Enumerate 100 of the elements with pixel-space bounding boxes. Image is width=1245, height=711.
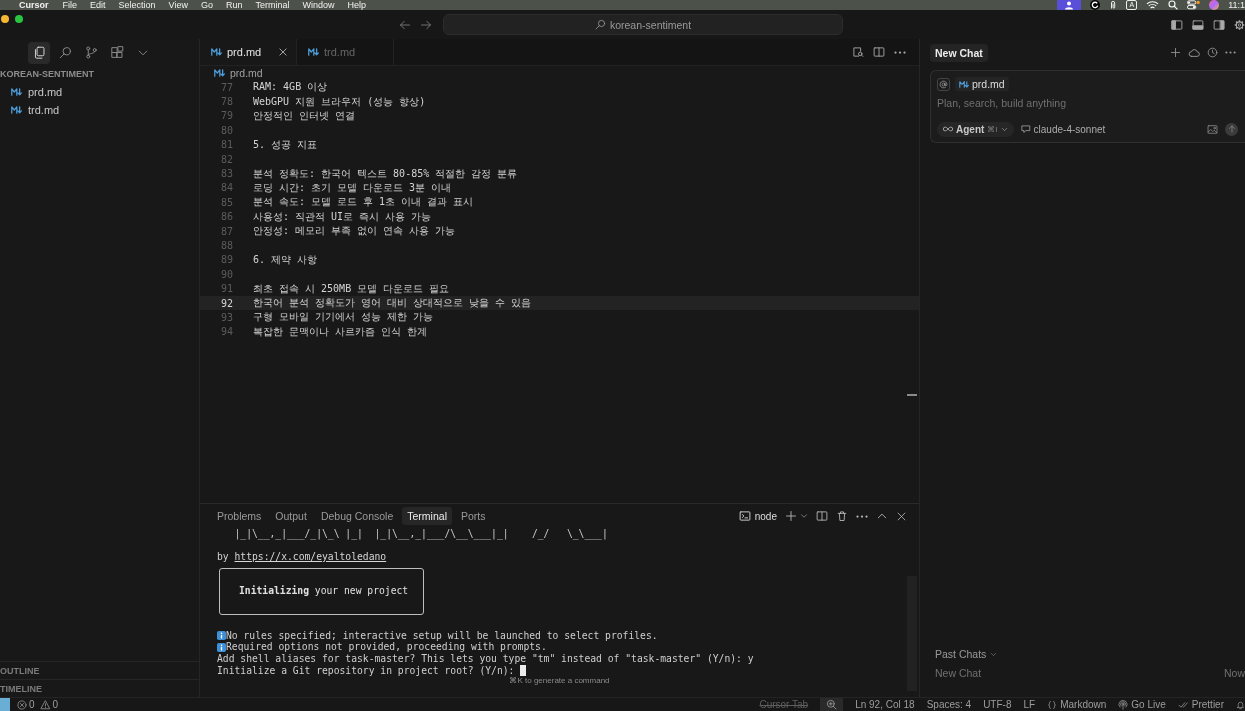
more-icon[interactable]: [1225, 51, 1236, 54]
chat-input-field[interactable]: Plan, search, build anything: [937, 96, 1238, 110]
ring-logo-icon[interactable]: [1090, 0, 1101, 10]
toggles-icon[interactable]: [1187, 0, 1201, 10]
panel-tab[interactable]: Terminal: [402, 507, 452, 525]
menu-item[interactable]: Go: [200, 0, 213, 10]
line-number: 79: [219, 110, 233, 122]
code-line: 로딩 시간: 초기 모델 다운로드 3분 이내: [253, 180, 452, 195]
search-icon[interactable]: [1168, 0, 1179, 10]
zoom-button[interactable]: [820, 698, 844, 711]
status-item[interactable]: Ln 92, Col 18: [855, 698, 915, 711]
files-icon: [32, 46, 46, 59]
terminal-text: Add shell aliases for task-master? This lets you type "tm" instead of "task-master" (Y/n): y: [217, 652, 754, 665]
error-icon[interactable]: [17, 699, 27, 710]
search-icon: [58, 46, 72, 59]
code-line: 안정성: 메모리 부족 없이 연속 사용 가능: [253, 224, 456, 239]
fullscreen-button[interactable]: [15, 15, 23, 23]
plus-icon[interactable]: [1170, 47, 1181, 58]
mention-button[interactable]: [937, 77, 950, 91]
menu-item[interactable]: Help: [347, 0, 366, 10]
panel-tab[interactable]: Problems: [212, 507, 267, 525]
wifi-icon[interactable]: [1146, 0, 1160, 10]
panel-tab[interactable]: Debug Console: [315, 507, 399, 525]
line-number: 83: [219, 168, 233, 180]
timestamp: Now: [1224, 667, 1245, 679]
code-line: 복잡한 문맥이나 사르카즘 인식 한계: [253, 324, 428, 339]
image-icon[interactable]: [1207, 123, 1218, 135]
status-item[interactable]: Go Live: [1118, 698, 1166, 711]
code-line: 분석 정확도: 한국어 텍스트 80-85% 적절한 감정 분류: [253, 166, 518, 181]
code-line: RAM: 4GB 이상: [253, 80, 328, 95]
markdown-icon: [11, 88, 22, 96]
history-icon[interactable]: [1207, 47, 1218, 58]
line-number: 91: [219, 283, 233, 295]
error-count: 0: [29, 699, 35, 710]
status-item[interactable]: LF: [1023, 698, 1036, 711]
preview-icon[interactable]: [852, 46, 864, 58]
terminal-prompt: Initialize a Git repository in project root? (Y/n):: [217, 664, 515, 677]
more-icon[interactable]: [894, 50, 906, 54]
chat-history-item[interactable]: New Chat: [935, 667, 982, 679]
status-item[interactable]: Markdown: [1047, 698, 1107, 711]
terminal-text: Required options not provided, proceeding with prompts.: [226, 641, 547, 653]
plus-icon[interactable]: [785, 510, 797, 522]
menu-item[interactable]: Window: [302, 0, 335, 10]
menu-item[interactable]: File: [62, 0, 78, 10]
terminal-link[interactable]: https://x.com/eyaltoledano: [234, 551, 387, 563]
split-editor-icon[interactable]: [873, 46, 885, 58]
gradient-orb-icon[interactable]: [1209, 0, 1220, 10]
line-number: 78: [219, 96, 233, 108]
terminal-text: by: [217, 551, 229, 563]
panel-tab[interactable]: Ports: [455, 507, 491, 525]
terminal-selector[interactable]: node: [738, 510, 777, 522]
terminal-text: No rules specified; interactive setup will be launched to select profiles.: [226, 629, 658, 642]
menu-item[interactable]: Selection: [118, 0, 156, 10]
status-item[interactable]: UTF-8: [983, 698, 1012, 711]
person-badge-icon[interactable]: [1057, 0, 1082, 10]
panel-tab[interactable]: Output: [270, 507, 312, 525]
explorer-button[interactable]: [28, 41, 50, 64]
info-icon: [217, 631, 226, 641]
line-number: 86: [219, 211, 233, 223]
section-header[interactable]: OUTLINE: [0, 661, 199, 679]
menu-item[interactable]: Edit: [90, 0, 106, 10]
split-terminal-icon[interactable]: [816, 510, 828, 522]
tree-item[interactable]: trd.md: [0, 101, 199, 119]
paperclip-icon[interactable]: [1109, 0, 1118, 10]
more-icon[interactable]: [856, 514, 868, 518]
menu-item[interactable]: Run: [225, 0, 243, 10]
menu-item[interactable]: Terminal: [255, 0, 290, 10]
mode-dropdown[interactable]: Agent ⌘I: [937, 121, 1014, 137]
minimize-button[interactable]: [1, 15, 9, 23]
cloud-icon[interactable]: [1188, 46, 1200, 59]
chat-tab[interactable]: New Chat: [930, 43, 988, 62]
left-sidebar-toggle-icon[interactable]: [1171, 18, 1183, 31]
tree-item[interactable]: prd.md: [0, 83, 199, 101]
context-file-chip[interactable]: prd.md: [955, 77, 1009, 91]
command-center-field[interactable]: korean-sentiment: [443, 14, 843, 35]
past-chats-toggle[interactable]: Past Chats: [920, 647, 998, 661]
warning-icon[interactable]: [39, 699, 51, 710]
right-sidebar-toggle-icon[interactable]: [1213, 18, 1225, 31]
chevron-down-icon[interactable]: [800, 512, 808, 520]
line-number: 82: [219, 153, 233, 165]
status-item[interactable]: Prettier: [1177, 698, 1224, 711]
back-arrow-icon[interactable]: [399, 18, 411, 31]
menu-item[interactable]: View: [168, 0, 188, 10]
trash-icon[interactable]: [836, 510, 848, 522]
breadcrumb-item[interactable]: prd.md: [230, 67, 263, 79]
send-button[interactable]: [1225, 122, 1238, 136]
markdown-icon: [959, 80, 969, 88]
app-menu[interactable]: Cursor: [19, 0, 49, 10]
editor-tab[interactable]: prd.md: [200, 39, 297, 65]
close-icon[interactable]: [896, 510, 907, 522]
settings-icon[interactable]: [1234, 18, 1245, 31]
line-number: 81: [219, 139, 233, 151]
status-item[interactable]: Spaces: 4: [926, 698, 972, 711]
terminal-message-box: Initializing your new project: [219, 567, 424, 615]
model-selector[interactable]: claude-4-sonnet: [1020, 123, 1106, 135]
code-line: 5. 성공 지표: [253, 137, 318, 152]
line-number: 84: [219, 182, 233, 194]
bottom-panel-toggle-icon[interactable]: [1192, 18, 1204, 31]
close-icon[interactable]: [278, 47, 288, 57]
block-cursor-icon: [520, 664, 527, 676]
